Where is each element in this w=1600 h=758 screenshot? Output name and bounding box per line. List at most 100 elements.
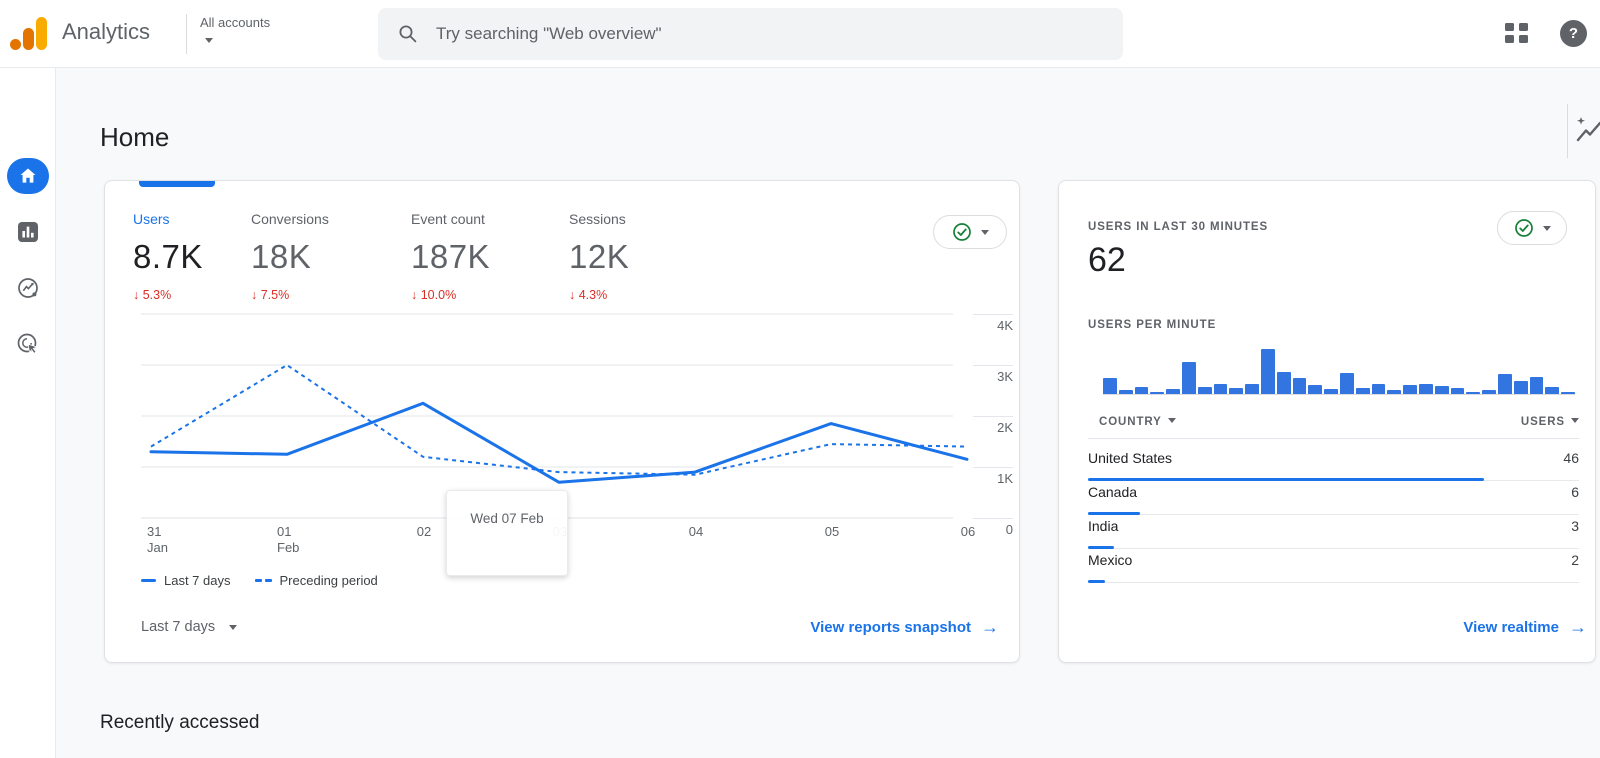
users-per-minute-bar bbox=[1197, 386, 1212, 394]
x-tick-label: 02 bbox=[416, 524, 432, 539]
country-column-header[interactable]: COUNTRY bbox=[1099, 416, 1176, 428]
header-divider bbox=[186, 14, 187, 54]
sidebar-item-advertising[interactable] bbox=[0, 322, 56, 366]
users-per-minute-bar bbox=[1403, 385, 1417, 394]
product-name: Analytics bbox=[62, 19, 151, 44]
down-arrow-icon: ↓ bbox=[569, 288, 576, 302]
chart-tooltip: Wed 07 Feb bbox=[446, 490, 568, 576]
users-per-minute-bar bbox=[1118, 389, 1133, 394]
caret-down-icon bbox=[1167, 418, 1176, 423]
legend-item-preceding-period: Preceding period bbox=[254, 573, 378, 588]
country-bar bbox=[1088, 580, 1106, 583]
caret-down-icon bbox=[1542, 225, 1551, 231]
view-realtime-link[interactable]: View realtime → bbox=[1463, 617, 1587, 638]
tooltip-date: Wed 07 Feb bbox=[470, 511, 544, 526]
metric-change: ↓ 7.5% bbox=[251, 288, 290, 302]
metric-tab-sessions[interactable]: Sessions 12K ↓ 4.3% bbox=[569, 211, 709, 302]
users-per-minute-bar bbox=[1292, 377, 1307, 394]
metric-tab-event-count[interactable]: Event count 187K ↓ 10.0% bbox=[411, 211, 551, 302]
x-tick-label: 01 Feb bbox=[277, 524, 300, 555]
y-tick-label: 1K bbox=[997, 471, 1013, 486]
sidebar-item-explore[interactable] bbox=[0, 266, 56, 310]
date-range-selector[interactable]: Last 7 days bbox=[141, 619, 238, 635]
reports-icon bbox=[18, 222, 38, 242]
apps-grid-icon[interactable] bbox=[1505, 23, 1530, 44]
users-per-minute-bar bbox=[1103, 377, 1117, 394]
users-per-minute-bar bbox=[1387, 389, 1402, 394]
caret-down-icon bbox=[205, 38, 213, 43]
country-row: Mexico 2 bbox=[1088, 549, 1579, 583]
dashed-line-swatch-icon bbox=[254, 579, 272, 582]
realtime-title: USERS IN LAST 30 MINUTES bbox=[1088, 221, 1269, 233]
chart-legend: Last 7 days Preceding period bbox=[141, 573, 378, 588]
users-per-minute-bar bbox=[1482, 390, 1496, 394]
solid-line-swatch-icon bbox=[141, 579, 156, 582]
overview-card: Users 8.7K ↓ 5.3% Conversions 18K ↓ 7.5%… bbox=[104, 180, 1020, 663]
users-per-minute-bar bbox=[1450, 387, 1465, 394]
users-column-header[interactable]: USERS bbox=[1521, 416, 1579, 428]
users-per-minute-bar bbox=[1276, 372, 1291, 394]
top-bar: Analytics All accounts ? bbox=[0, 0, 1600, 68]
users-per-minute-bar bbox=[1561, 392, 1575, 394]
data-quality-badge[interactable] bbox=[933, 215, 1007, 249]
legend-item-last-7-days: Last 7 days bbox=[141, 573, 231, 588]
account-selector-label: All accounts bbox=[200, 15, 271, 30]
metric-change: ↓ 10.0% bbox=[411, 288, 457, 302]
x-tick-label: 04 bbox=[688, 524, 704, 539]
data-quality-badge[interactable] bbox=[1497, 211, 1567, 245]
users-per-minute-bar bbox=[1150, 392, 1165, 394]
users-per-minute-bar bbox=[1371, 384, 1386, 394]
users-per-minute-bar bbox=[1181, 361, 1196, 394]
home-icon bbox=[7, 158, 49, 194]
down-arrow-icon: ↓ bbox=[411, 288, 418, 302]
metric-tab-conversions[interactable]: Conversions 18K ↓ 7.5% bbox=[251, 211, 391, 302]
selected-metric-indicator bbox=[139, 181, 215, 187]
advertising-icon bbox=[17, 333, 39, 355]
preceding-period-line bbox=[150, 364, 968, 476]
country-table-header: COUNTRY USERS bbox=[1099, 416, 1579, 428]
users-per-minute-bar bbox=[1529, 376, 1544, 394]
sidebar-item-reports[interactable] bbox=[0, 210, 56, 254]
down-arrow-icon: ↓ bbox=[133, 288, 140, 302]
users-per-minute-label: USERS PER MINUTE bbox=[1088, 319, 1217, 331]
view-reports-snapshot-link[interactable]: View reports snapshot → bbox=[810, 617, 999, 638]
users-per-minute-bar bbox=[1355, 387, 1370, 394]
sidebar-nav: ⚙ bbox=[0, 68, 56, 758]
search-input[interactable] bbox=[434, 23, 1103, 45]
sidebar-item-home[interactable] bbox=[0, 154, 56, 198]
caret-down-icon bbox=[1571, 418, 1579, 423]
active-users-count: 62 bbox=[1088, 241, 1126, 279]
help-icon[interactable]: ? bbox=[1560, 20, 1587, 47]
country-row: United States 46 bbox=[1088, 447, 1579, 481]
y-tick-label: 3K bbox=[997, 369, 1013, 384]
users-per-minute-bar bbox=[1434, 385, 1449, 394]
x-tick-label: 05 bbox=[824, 524, 840, 539]
last-7-days-line bbox=[149, 401, 969, 484]
y-tick-label: 4K bbox=[997, 318, 1013, 333]
insights-icon bbox=[1576, 117, 1600, 142]
search-bar[interactable] bbox=[378, 8, 1123, 60]
users-per-minute-bar bbox=[1213, 384, 1228, 394]
table-divider bbox=[1088, 438, 1579, 439]
search-icon bbox=[399, 25, 417, 43]
realtime-card: USERS IN LAST 30 MINUTES 62 USERS PER MI… bbox=[1058, 180, 1596, 663]
down-arrow-icon: ↓ bbox=[251, 288, 258, 302]
users-per-minute-bar bbox=[1308, 385, 1323, 394]
users-per-minute-bar bbox=[1497, 374, 1512, 394]
x-tick-label: 31 Jan bbox=[147, 524, 168, 555]
users-per-minute-bar bbox=[1229, 387, 1244, 394]
users-per-minute-bar bbox=[1134, 386, 1149, 394]
analytics-logo-icon[interactable] bbox=[10, 17, 48, 51]
users-per-minute-chart bbox=[1103, 349, 1575, 395]
account-selector[interactable]: All accounts bbox=[200, 14, 270, 43]
users-per-minute-bar bbox=[1324, 388, 1338, 394]
users-per-minute-bar bbox=[1466, 392, 1481, 394]
page-title: Home bbox=[100, 122, 170, 152]
users-per-minute-bar bbox=[1166, 388, 1180, 394]
users-per-minute-bar bbox=[1245, 384, 1259, 394]
users-per-minute-bar bbox=[1545, 386, 1560, 394]
insights-button[interactable] bbox=[1576, 116, 1600, 144]
arrow-right-icon: → bbox=[981, 617, 999, 637]
country-row: India 3 bbox=[1088, 515, 1579, 549]
ga-home-page: Analytics All accounts ? bbox=[0, 0, 1600, 758]
